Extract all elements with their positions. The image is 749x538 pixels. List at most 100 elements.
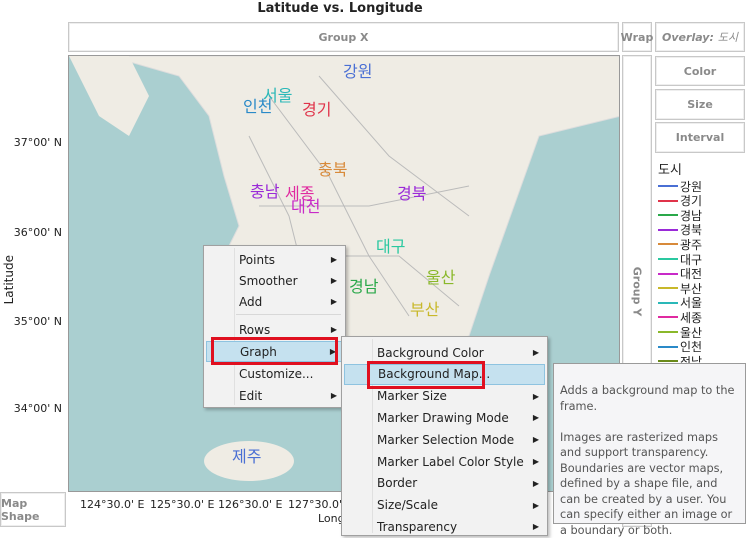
highlight-box-graph	[211, 337, 338, 365]
submenu-arrow-icon: ▶	[533, 413, 539, 422]
submenu-arrow-icon: ▶	[331, 255, 337, 264]
y-axis-label-container: Latitude	[1, 240, 17, 320]
legend-line-swatch	[658, 302, 678, 304]
submenu-item[interactable]: Marker Drawing Mode ▶	[344, 407, 545, 428]
menu-item-label: Rows	[239, 323, 270, 337]
submenu-arrow-icon: ▶	[331, 325, 337, 334]
y-tick-label: 37°00' N	[0, 136, 62, 149]
legend-line-swatch	[658, 185, 678, 187]
legend-item[interactable]: 부산	[658, 281, 702, 295]
submenu-arrow-icon: ▶	[533, 457, 539, 466]
legend-item[interactable]: 경기	[658, 194, 702, 208]
submenu-arrow-icon: ▶	[331, 297, 337, 306]
legend-line-swatch	[658, 360, 678, 362]
map-shape-zone[interactable]: Map Shape	[0, 492, 66, 527]
submenu-arrow-icon: ▶	[533, 501, 539, 510]
map-city-label: 대구	[376, 233, 405, 257]
legend-line-swatch	[658, 316, 678, 318]
submenu-item[interactable]: Background Color ▶	[344, 342, 545, 363]
legend-item[interactable]: 인천	[658, 340, 702, 354]
legend-item[interactable]: 대구	[658, 252, 702, 266]
map-city-label: 강원	[343, 58, 372, 82]
interval-zone[interactable]: Interval	[655, 122, 745, 153]
map-city-label: 울산	[426, 264, 455, 288]
legend-line-swatch	[658, 331, 678, 333]
y-axis-label: Latitude	[2, 255, 16, 304]
submenu-item-label: Background Color	[377, 346, 484, 360]
map-city-label: 제주	[232, 443, 261, 467]
size-zone[interactable]: Size	[655, 89, 745, 120]
legend-line-swatch	[658, 258, 678, 260]
legend-item[interactable]: 강원	[658, 179, 702, 193]
x-tick-label: 124°30.0' E	[80, 498, 144, 511]
x-tick-label: 125°30.0' E	[150, 498, 214, 511]
menu-item[interactable]: Add ▶	[206, 291, 343, 312]
overlay-label: Overlay:	[662, 31, 714, 44]
map-city-label: 부산	[410, 296, 439, 320]
legend-title: 도시	[658, 159, 682, 178]
overlay-value: 도시	[718, 29, 738, 45]
menu-item-label: Add	[239, 295, 262, 309]
y-tick-label: 35°00' N	[0, 315, 62, 328]
submenu-item[interactable]: Marker Label Color Style ▶	[344, 451, 545, 472]
tooltip-summary: Adds a background map to the frame.	[560, 383, 739, 414]
legend-item[interactable]: 경북	[658, 223, 702, 237]
legend-line-swatch	[658, 243, 678, 245]
map-city-label: 경북	[397, 180, 426, 204]
map-city-label: 충남	[250, 178, 279, 202]
legend-item[interactable]: 서울	[658, 296, 702, 310]
color-zone[interactable]: Color	[655, 56, 745, 86]
graph-title: Latitude vs. Longitude	[0, 1, 680, 16]
map-city-label: 대전	[291, 193, 320, 217]
map-city-label: 경기	[302, 96, 331, 120]
legend-line-swatch	[658, 346, 678, 348]
menu-item-label: Edit	[239, 389, 262, 403]
legend-item[interactable]: 대전	[658, 267, 702, 281]
submenu-arrow-icon: ▶	[533, 392, 539, 401]
menu-item[interactable]: Customize...	[206, 363, 343, 384]
menu-item[interactable]: Points ▶	[206, 249, 343, 270]
submenu-item-label: Marker Size	[377, 389, 447, 403]
legend-item[interactable]: 경남	[658, 208, 702, 222]
legend-item[interactable]: 울산	[658, 325, 702, 339]
menu-item-label: Smoother	[239, 274, 298, 288]
legend-line-swatch	[658, 273, 678, 275]
highlight-box-background-map	[367, 361, 485, 389]
menu-item[interactable]: Smoother ▶	[206, 270, 343, 291]
submenu-item-label: Size/Scale	[377, 498, 438, 512]
submenu-arrow-icon: ▶	[331, 391, 337, 400]
submenu-item-label: Marker Label Color Style	[377, 455, 524, 469]
submenu-item[interactable]: Border▶	[344, 473, 545, 494]
legend-line-swatch	[658, 287, 678, 289]
submenu-item[interactable]: Size/Scale ▶	[344, 495, 545, 516]
y-tick-label: 34°00' N	[0, 402, 62, 415]
submenu-item-label: Border	[377, 476, 417, 490]
map-city-label: 경남	[349, 273, 378, 297]
submenu-item-label: Marker Drawing Mode	[377, 411, 509, 425]
menu-item[interactable]: Edit ▶	[206, 385, 343, 406]
overlay-zone[interactable]: Overlay: 도시	[655, 22, 745, 52]
legend-line-swatch	[658, 229, 678, 231]
submenu-item-label: Marker Selection Mode	[377, 433, 514, 447]
map-city-label: 인천	[243, 93, 272, 117]
y-tick-label: 36°00' N	[0, 226, 62, 239]
submenu-item[interactable]: Marker Selection Mode ▶	[344, 429, 545, 450]
submenu-arrow-icon: ▶	[331, 276, 337, 285]
tooltip-details: Images are rasterized maps and support t…	[560, 430, 739, 538]
submenu-arrow-icon: ▶	[533, 348, 539, 357]
tooltip: Adds a background map to the frame. Imag…	[553, 363, 746, 524]
menu-item-label: Customize...	[239, 367, 313, 381]
legend-item[interactable]: 세종	[658, 310, 702, 324]
map-city-label: 충북	[318, 156, 347, 180]
menu-item-label: Points	[239, 253, 275, 267]
group-y-label: Group Y	[631, 266, 644, 316]
legend-line-swatch	[658, 214, 678, 216]
x-tick-label: 126°30.0' E	[218, 498, 282, 511]
legend-item[interactable]: 광주	[658, 237, 702, 251]
submenu-arrow-icon: ▶	[533, 435, 539, 444]
context-menu: Points▶Smoother▶Add▶Rows▶Graph▶Customize…	[203, 245, 346, 408]
wrap-zone[interactable]: Wrap	[622, 22, 652, 52]
group-x-zone[interactable]: Group X	[68, 22, 619, 52]
legend-line-swatch	[658, 200, 678, 202]
menu-separator	[236, 314, 341, 315]
